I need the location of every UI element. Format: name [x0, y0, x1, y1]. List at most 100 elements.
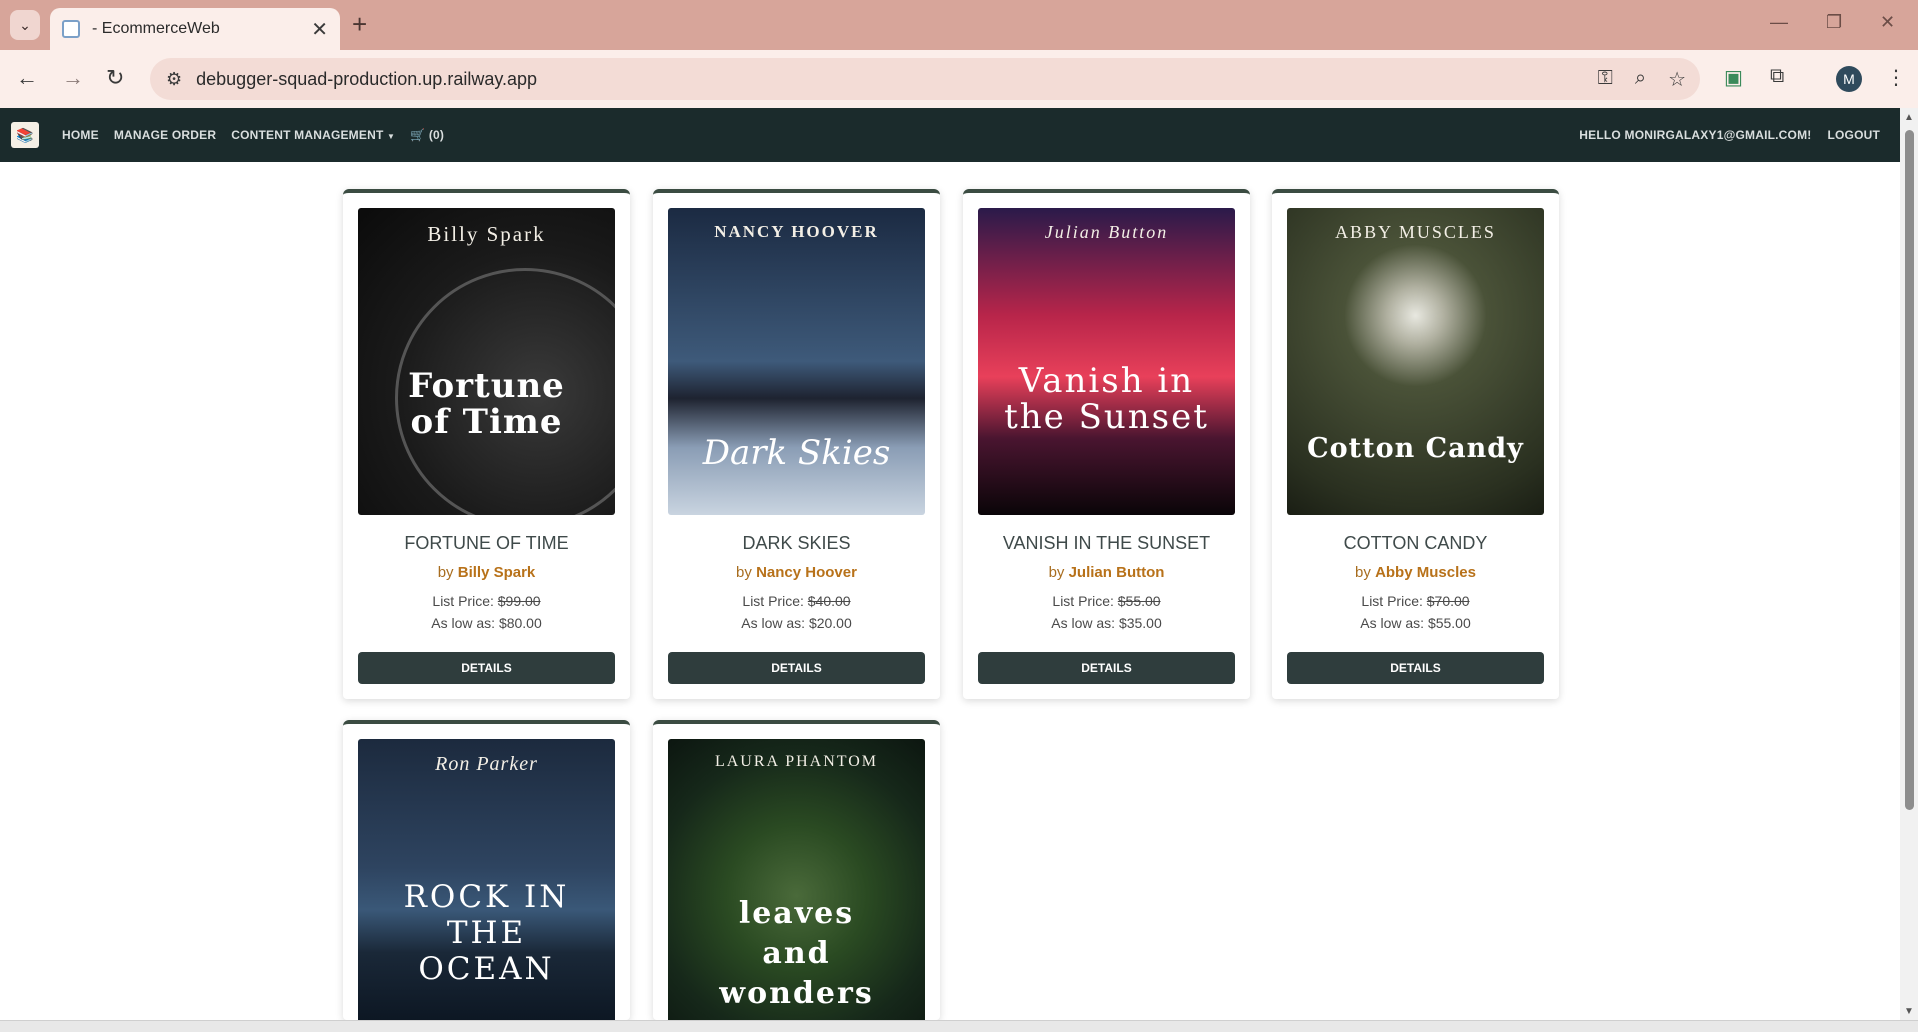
bookmark-star-icon[interactable]: ☆	[1668, 67, 1686, 92]
nav-home[interactable]: HOME	[62, 128, 99, 142]
low-price: As low as: $80.00	[343, 615, 630, 631]
by-label: by	[1355, 564, 1371, 581]
low-price: As low as: $20.00	[653, 615, 940, 631]
list-price: List Price: $99.00	[343, 593, 630, 609]
tab-title: - EcommerceWeb	[92, 20, 220, 37]
list-price-value: $70.00	[1426, 593, 1470, 609]
by-label: by	[1048, 564, 1065, 581]
low-price: As low as: $55.00	[1272, 615, 1559, 631]
list-price-value: $40.00	[807, 593, 851, 609]
low-price-label: As low as:	[1051, 615, 1116, 631]
scroll-down-icon[interactable]: ▼	[1904, 1006, 1914, 1017]
list-price: List Price: $70.00	[1272, 593, 1559, 609]
list-price-label: List Price:	[742, 593, 804, 609]
product-author: by Billy Spark	[343, 564, 630, 581]
author-name: Abby Muscles	[1375, 564, 1476, 581]
cover-author: NANCY HOOVER	[714, 222, 879, 241]
book-cover[interactable]: Billy Spark Fortune of Time	[358, 208, 615, 515]
logout-link[interactable]: LOGOUT	[1827, 128, 1880, 142]
nav-content-management-label: CONTENT MANAGEMENT	[231, 128, 384, 142]
book-cover[interactable]: Julian Button Vanish in the Sunset	[978, 208, 1235, 515]
low-price-value: $35.00	[1118, 615, 1162, 631]
product-author: by Nancy Hoover	[653, 564, 940, 581]
cover-title: Fortune of Time	[408, 366, 565, 442]
by-label: by	[736, 564, 752, 581]
url-text: debugger-squad-production.up.railway.app	[196, 68, 538, 89]
cover-author: Julian Button	[1044, 222, 1169, 242]
nav-manage-order[interactable]: MANAGE ORDER	[114, 128, 216, 142]
details-button[interactable]: DETAILS	[668, 652, 925, 684]
author-name: Julian Button	[1068, 564, 1165, 581]
site-info-icon[interactable]: ⚙	[166, 69, 182, 90]
list-price-label: List Price:	[1361, 593, 1423, 609]
browser-tab[interactable]: - EcommerceWeb ✕	[50, 8, 340, 50]
product-card: LAURA PHANTOM leaves and wonders	[653, 720, 940, 1024]
author-name: Billy Spark	[457, 564, 536, 581]
caret-down-icon: ▼	[387, 132, 396, 141]
scrollbar-thumb[interactable]	[1905, 130, 1914, 810]
reload-icon[interactable]: ↻	[106, 66, 124, 90]
cover-author: ABBY MUSCLES	[1335, 222, 1496, 242]
cart-count: (0)	[428, 128, 445, 142]
list-price-value: $55.00	[1117, 593, 1161, 609]
book-cover[interactable]: Ron Parker ROCK IN THE OCEAN	[358, 739, 615, 1024]
by-label: by	[437, 564, 454, 581]
books-logo-icon[interactable]: 📚	[11, 122, 39, 148]
restore-icon[interactable]: ❐	[1826, 12, 1842, 33]
details-button[interactable]: DETAILS	[1287, 652, 1544, 684]
product-card: Ron Parker ROCK IN THE OCEAN	[343, 720, 630, 1024]
cover-author: Billy Spark	[427, 222, 546, 246]
browser-toolbar: ← → ↻ ⚙ debugger-squad-production.up.rai…	[0, 50, 1918, 108]
low-price-label: As low as:	[741, 615, 806, 631]
nav-cart[interactable]: 🛒 (0)	[410, 128, 444, 142]
forward-arrow-icon[interactable]: →	[62, 66, 84, 90]
new-tab-button[interactable]: +	[352, 10, 367, 38]
cover-author: LAURA PHANTOM	[714, 753, 879, 770]
app-navbar: 📚 HOME MANAGE ORDER CONTENT MANAGEMENT ▼…	[0, 108, 1900, 162]
nav-content-management[interactable]: CONTENT MANAGEMENT ▼	[231, 128, 395, 142]
low-price-value: $55.00	[1427, 615, 1471, 631]
zoom-icon[interactable]: ⌕	[1635, 67, 1646, 92]
details-button[interactable]: DETAILS	[978, 652, 1235, 684]
password-key-icon[interactable]: ⚿	[1598, 67, 1613, 92]
taskbar-strip	[0, 1020, 1918, 1032]
list-price: List Price: $40.00	[653, 593, 940, 609]
back-arrow-icon[interactable]: ←	[16, 66, 38, 90]
low-price: As low as: $35.00	[963, 615, 1250, 631]
cover-title: ROCK IN THE OCEAN	[403, 879, 570, 987]
cover-title: Vanish in the Sunset	[1004, 361, 1209, 437]
low-price-label: As low as:	[1360, 615, 1425, 631]
scroll-up-icon[interactable]: ▲	[1904, 112, 1914, 123]
author-name: Nancy Hoover	[756, 564, 857, 581]
puzzle-icon[interactable]: ⧉	[1770, 65, 1784, 88]
tab-search-button[interactable]: ⌄	[10, 10, 40, 40]
product-card: Billy Spark Fortune of Time FORTUNE OF T…	[343, 189, 630, 699]
product-card: NANCY HOOVER Dark Skies DARK SKIES by Na…	[653, 189, 940, 699]
minimize-icon[interactable]: —	[1770, 12, 1788, 33]
cover-author: Ron Parker	[435, 753, 538, 775]
window-close-icon[interactable]: ✕	[1880, 12, 1895, 33]
cover-title: leaves and wonders	[719, 896, 874, 1011]
list-price: List Price: $55.00	[963, 593, 1250, 609]
extension-icon[interactable]: ▣	[1724, 65, 1743, 90]
user-greeting[interactable]: HELLO MONIRGALAXY1@GMAIL.COM!	[1579, 128, 1811, 142]
low-price-value: $80.00	[498, 615, 542, 631]
profile-avatar[interactable]: M	[1836, 66, 1862, 92]
browser-tab-bar: ⌄ - EcommerceWeb ✕ + — ❐ ✕	[0, 0, 1918, 50]
address-bar[interactable]: ⚙ debugger-squad-production.up.railway.a…	[150, 58, 1700, 100]
product-title: COTTON CANDY	[1343, 533, 1488, 553]
menu-icon[interactable]: ⋮	[1886, 65, 1906, 90]
page-icon	[62, 20, 80, 38]
book-cover[interactable]: ABBY MUSCLES Cotton Candy	[1287, 208, 1544, 515]
product-author: by Julian Button	[963, 564, 1250, 581]
book-cover[interactable]: NANCY HOOVER Dark Skies	[668, 208, 925, 515]
product-author: by Abby Muscles	[1272, 564, 1559, 581]
list-price-value: $99.00	[497, 593, 541, 609]
cover-title: Cotton Candy	[1307, 433, 1524, 464]
product-card: Julian Button Vanish in the Sunset VANIS…	[963, 189, 1250, 699]
close-icon[interactable]: ✕	[311, 17, 328, 42]
details-button[interactable]: DETAILS	[358, 652, 615, 684]
book-cover[interactable]: LAURA PHANTOM leaves and wonders	[668, 739, 925, 1024]
list-price-label: List Price:	[1052, 593, 1114, 609]
cover-title: Dark Skies	[702, 433, 891, 473]
